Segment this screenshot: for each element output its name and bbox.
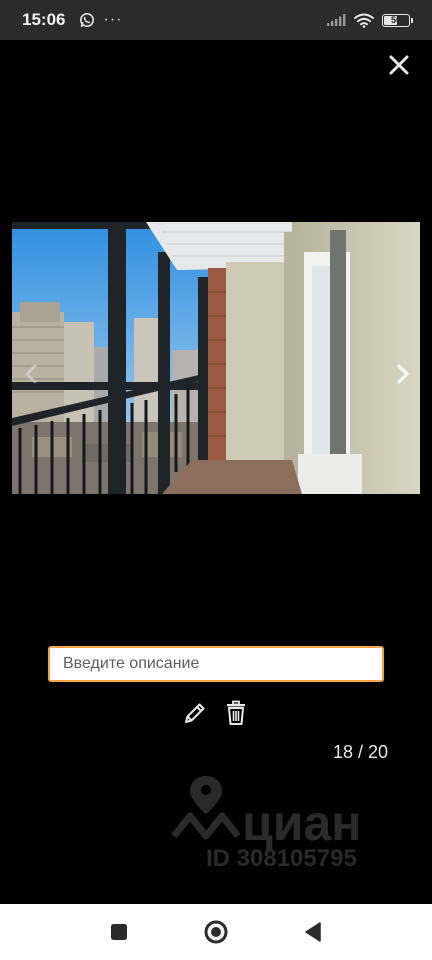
battery-icon: 56 xyxy=(382,13,413,27)
cian-watermark: циан ID 308105795 xyxy=(171,776,361,872)
recents-button[interactable] xyxy=(91,904,147,960)
location-pin-icon xyxy=(171,776,241,840)
status-bar: 15:06 ··· 56 xyxy=(0,0,432,40)
balcony-photo[interactable] xyxy=(12,222,420,494)
back-button[interactable] xyxy=(285,904,341,960)
status-time: 15:06 xyxy=(22,10,66,29)
triangle-back-icon xyxy=(305,922,321,942)
whatsapp-icon xyxy=(79,12,95,28)
close-icon xyxy=(389,55,409,75)
circle-icon xyxy=(204,920,228,944)
home-button[interactable] xyxy=(188,904,244,960)
pencil-icon xyxy=(185,703,205,723)
status-left: 15:06 ··· xyxy=(22,10,122,30)
trash-icon xyxy=(227,700,245,725)
overflow-dots: ··· xyxy=(103,11,123,28)
square-icon xyxy=(111,924,127,940)
status-right: 56 xyxy=(326,13,413,28)
nav-bar xyxy=(0,904,432,960)
description-input[interactable] xyxy=(48,646,384,682)
photo-counter: 18 / 20 xyxy=(332,742,388,762)
chevron-left-icon xyxy=(25,364,37,384)
prev-photo-button[interactable] xyxy=(22,362,40,386)
watermark-id-text: ID 308105795 xyxy=(206,845,357,872)
battery-level: 56 xyxy=(390,15,401,25)
edit-button[interactable] xyxy=(182,700,208,726)
delete-button[interactable] xyxy=(224,700,248,726)
close-button[interactable] xyxy=(386,52,412,78)
chevron-right-icon xyxy=(397,364,409,384)
next-photo-button[interactable] xyxy=(392,362,414,386)
wifi-icon xyxy=(354,13,374,28)
watermark-logo-text: циан xyxy=(242,795,361,851)
signal-icon xyxy=(326,13,346,27)
